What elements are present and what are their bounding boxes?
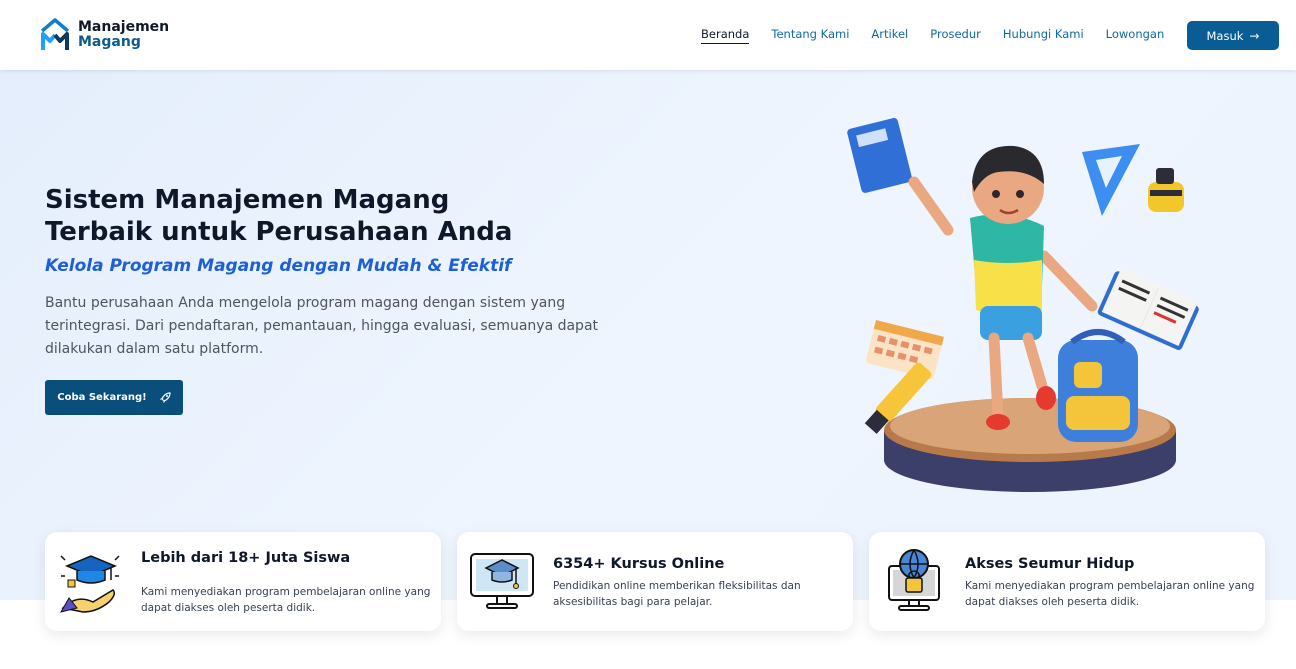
backpack-icon (1058, 329, 1138, 442)
nav-link-prosedur[interactable]: Prosedur (930, 27, 981, 44)
logo-icon (40, 18, 70, 50)
feature-description: Pendidikan online memberikan fleksibilit… (553, 580, 801, 608)
login-button-label: Masuk (1206, 28, 1244, 43)
try-now-button[interactable]: Coba Sekarang! (45, 380, 183, 415)
feature-card: Lebih dari 18+ Juta Siswa Kami menyediak… (45, 532, 441, 631)
hero-title-line1: Sistem Manajemen Magang (45, 185, 450, 215)
try-now-button-label: Coba Sekarang! (57, 392, 147, 403)
open-book-icon (1097, 267, 1199, 350)
feature-card: 6354+ Kursus Online Pendidikan online me… (457, 532, 853, 631)
feature-cards: Lebih dari 18+ Juta Siswa Kami menyediak… (45, 532, 1265, 631)
student-illustration (847, 117, 1199, 492)
nav-link-tentang-kami[interactable]: Tentang Kami (771, 27, 849, 44)
feature-description: Kami menyediakan program pembelajaran on… (141, 586, 431, 614)
calendar-icon (865, 320, 944, 379)
hero-description: Bantu perusahaan Anda mengelola program … (45, 295, 599, 357)
nav-link-hubungi-kami[interactable]: Hubungi Kami (1003, 27, 1084, 44)
login-button[interactable]: Masuk → (1187, 21, 1279, 50)
hero-section: Sistem Manajemen Magang Terbaik untuk Pe… (0, 70, 1296, 600)
brand-logo[interactable]: Manajemen Magang (40, 18, 169, 52)
feature-card: Akses Seumur Hidup Kami menyediakan prog… (869, 532, 1265, 631)
nav-link-lowongan[interactable]: Lowongan (1106, 27, 1165, 44)
main-nav: Beranda Tentang Kami Artikel Prosedur Hu… (701, 27, 1186, 44)
arrow-right-icon: → (1249, 28, 1260, 43)
monitor-graduation-icon (470, 553, 534, 609)
brand-name-line2: Magang (78, 34, 141, 50)
feature-title: Lebih dari 18+ Juta Siswa (141, 550, 351, 566)
hero-subtitle: Kelola Program Magang dengan Mudah & Efe… (45, 256, 512, 276)
book-icon (847, 117, 912, 193)
navbar: Manajemen Magang Beranda Tentang Kami Ar… (0, 0, 1296, 70)
triangle-ruler-icon (1082, 144, 1140, 216)
hero-title: Sistem Manajemen Magang Terbaik untuk Pe… (45, 184, 605, 248)
graduation-hand-icon (59, 555, 120, 613)
brand-name-line1: Manajemen (78, 19, 170, 35)
feature-description: Kami menyediakan program pembelajaran on… (965, 580, 1255, 608)
nav-link-beranda[interactable]: Beranda (701, 27, 750, 44)
hero-title-line2: Terbaik untuk Perusahaan Anda (45, 217, 513, 247)
feature-title: 6354+ Kursus Online (553, 556, 725, 572)
globe-lock-monitor-icon (888, 549, 940, 611)
glue-icon (1148, 168, 1184, 212)
rocket-icon (159, 391, 171, 403)
nav-link-artikel[interactable]: Artikel (871, 27, 908, 44)
feature-title: Akses Seumur Hidup (965, 556, 1135, 572)
